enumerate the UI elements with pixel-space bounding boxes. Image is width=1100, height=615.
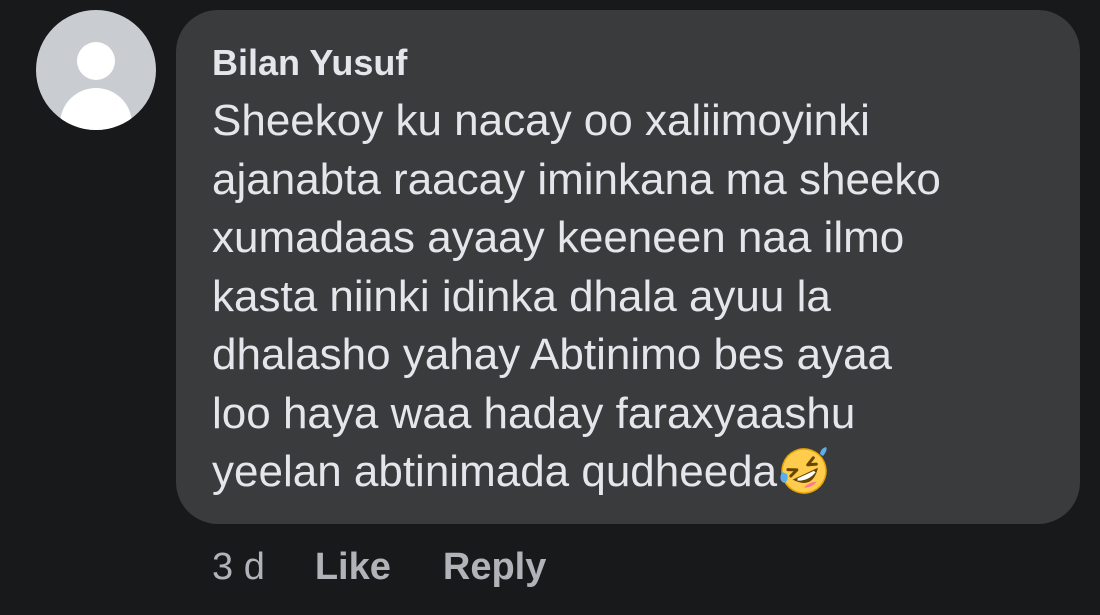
comment-text-line: dhalasho yahay Abtinimo bes ayaa [212, 330, 893, 379]
comment-text-line: kasta niinki idinka dhala ayuu la [212, 271, 831, 321]
comment-text-last-words: yeelan abtinimada qudheeda [212, 447, 778, 496]
comment-text: Sheekoy ku nacay oo xaliimoyinki ajanabt… [212, 92, 1062, 502]
comment-text-line: xumadaas ayaay keeneen naa ilmo [212, 213, 905, 262]
avatar[interactable] [36, 10, 156, 130]
comment-text-line: loo haya waa haday faraxyaashu [212, 388, 856, 438]
like-button[interactable]: Like [315, 546, 391, 589]
comment-text-line: Sheekoy ku nacay oo xaliimoyinki [212, 96, 870, 145]
comment-author[interactable]: Bilan Yusuf [212, 42, 407, 84]
rolling-on-the-floor-laughing-icon [780, 447, 827, 494]
comment: Bilan Yusuf Sheekoy ku nacay oo xaliimoy… [0, 0, 1100, 615]
comment-actions: 3 d Like Reply [212, 545, 546, 589]
avatar-body-shape [60, 88, 132, 130]
comment-text-line: ajanabta raacay iminkana ma sheeko [212, 154, 941, 204]
avatar-head-shape [77, 42, 115, 80]
reply-button[interactable]: Reply [443, 546, 546, 589]
comment-text-line-last: yeelan abtinimada qudheeda [212, 443, 1062, 502]
comment-bubble: Bilan Yusuf Sheekoy ku nacay oo xaliimoy… [176, 10, 1080, 524]
comment-timestamp[interactable]: 3 d [212, 546, 265, 589]
